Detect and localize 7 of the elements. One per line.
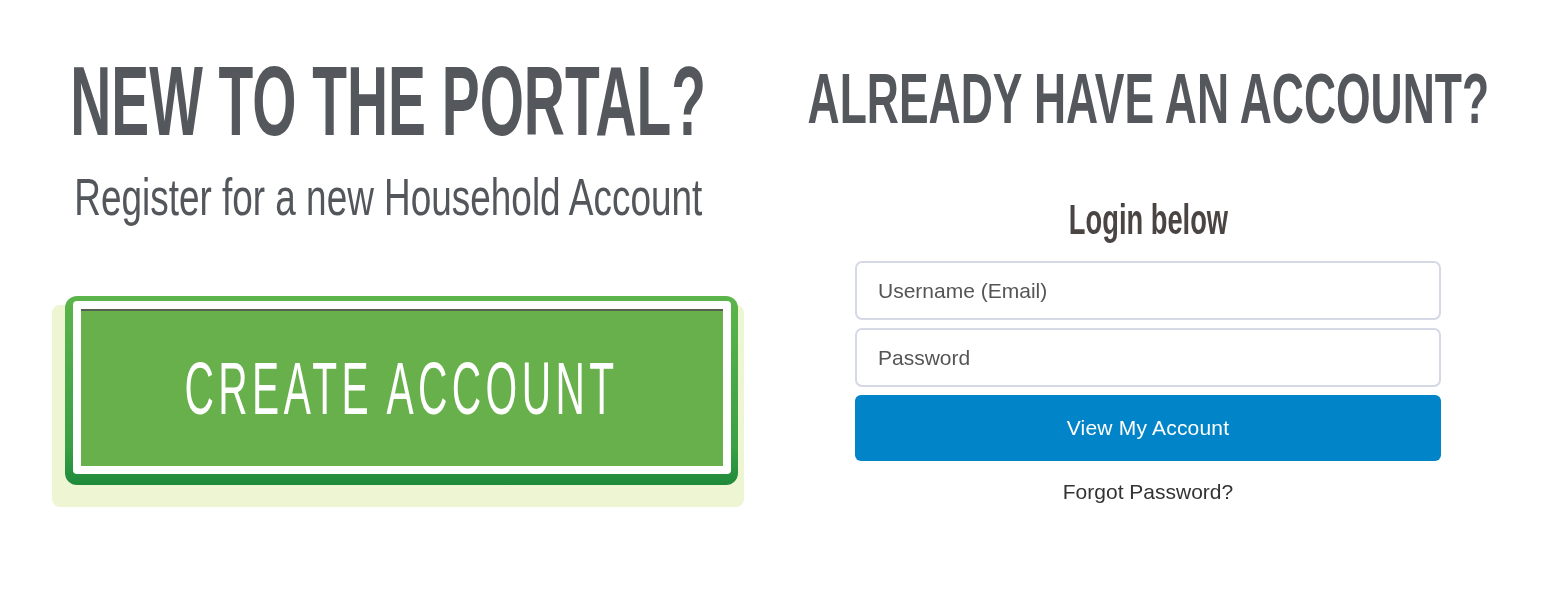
view-account-button[interactable]: View My Account: [855, 395, 1441, 461]
section-heading: NEW TO THE PORTAL?: [70, 52, 706, 150]
login-subheading: Login below: [1068, 199, 1228, 241]
forgot-password-link[interactable]: Forgot Password?: [1062, 480, 1234, 504]
section-heading: ALREADY HAVE AN ACCOUNT?: [807, 63, 1489, 134]
password-field[interactable]: Password: [855, 328, 1441, 387]
username-field[interactable]: Username (Email): [855, 261, 1441, 320]
